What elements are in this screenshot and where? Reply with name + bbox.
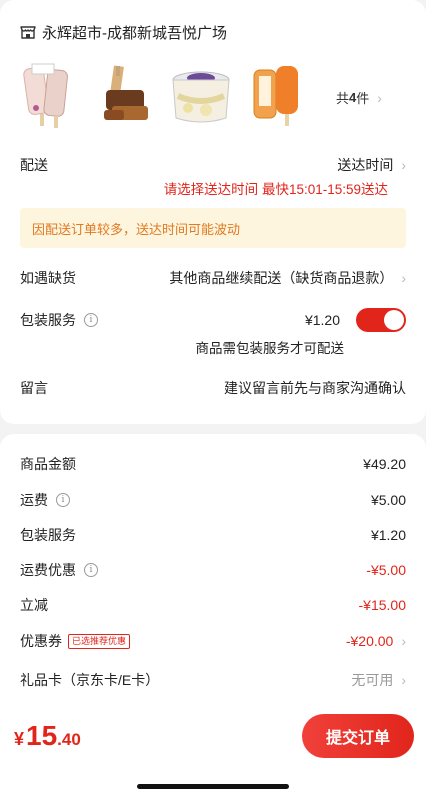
summary-label: 包装服务: [20, 527, 76, 543]
summary-value: 无可用: [351, 672, 394, 688]
packaging-row: 包装服务 i ¥1.20: [20, 308, 406, 332]
out-of-stock-label: 如遇缺货: [20, 270, 76, 286]
summary-value: -¥5.00: [366, 562, 406, 578]
total-integer: 15: [26, 720, 58, 751]
summary-label: 运费: [20, 492, 48, 508]
summary-row-shipping: 运费 i ¥5.00: [20, 490, 406, 510]
ice-cream-cup-image: [172, 71, 230, 123]
delivery-notice: 因配送订单较多，送达时间可能波动: [20, 208, 406, 248]
store-icon: [20, 26, 36, 39]
summary-label: 立减: [20, 597, 48, 613]
packaging-note: 商品需包装服务才可配送: [195, 341, 345, 356]
order-details-card: 永辉超市-成都新城吾悦广场 共 4 件 › 配送 送达时间 › 请选择送达时间 …: [0, 0, 426, 424]
message-label: 留言: [20, 380, 48, 396]
summary-value: -¥20.00: [345, 633, 394, 649]
summary-label: 商品金额: [20, 456, 76, 472]
summary-row-instant-discount: 立减 -¥15.00: [20, 595, 406, 615]
toggle-knob: [384, 310, 404, 330]
out-of-stock-value: 其他商品继续配送（缺货商品退款）: [169, 270, 394, 286]
summary-row-goods: 商品金额 ¥49.20: [20, 454, 406, 474]
summary-row-coupon[interactable]: 优惠券 已选推荐优惠 -¥20.00 ›: [20, 631, 406, 651]
summary-row-gift-card[interactable]: 礼品卡（京东卡/E卡） 无可用 ›: [20, 670, 406, 690]
chevron-right-icon: ›: [401, 270, 406, 286]
message-row[interactable]: 留言 建议留言前先与商家沟通确认: [20, 378, 406, 398]
info-icon[interactable]: i: [84, 563, 98, 577]
total-price: ¥ 15 .40: [14, 720, 81, 752]
chocolate-bar-image: [104, 65, 148, 120]
chevron-right-icon: ›: [401, 157, 406, 173]
message-input[interactable]: 建议留言前先与商家沟通确认: [224, 378, 406, 398]
summary-row-shipping-discount: 运费优惠 i -¥5.00: [20, 560, 406, 580]
product-thumb-2[interactable]: [90, 60, 160, 132]
summary-label: 礼品卡（京东卡/E卡）: [20, 672, 160, 688]
orange-popsicle-image: [253, 66, 298, 126]
coupon-badge: 已选推荐优惠: [68, 633, 131, 649]
total-decimal: .40: [57, 730, 81, 749]
product-thumb-4[interactable]: [242, 60, 312, 132]
delivery-time-value: 送达时间: [337, 157, 394, 173]
summary-row-packaging: 包装服务 ¥1.20: [20, 525, 406, 545]
summary-value: ¥49.20: [363, 456, 406, 472]
chevron-right-icon: ›: [401, 672, 406, 688]
store-name: 永辉超市-成都新城吾悦广场: [42, 24, 227, 42]
price-summary-card: 商品金额 ¥49.20 运费 i ¥5.00 包装服务 ¥1.20 运费优惠 i…: [0, 434, 426, 704]
summary-value: ¥1.20: [370, 527, 406, 543]
checkout-footer: ¥ 15 .40 提交订单: [0, 704, 426, 800]
delivery-time-hint: 请选择送达时间 最快15:01-15:59送达: [163, 182, 388, 197]
packaging-price: ¥1.20: [304, 312, 340, 328]
out-of-stock-row[interactable]: 如遇缺货 其他商品继续配送（缺货商品退款） ›: [20, 268, 406, 288]
bar-ice-cream-image: [23, 63, 68, 128]
summary-value: -¥15.00: [358, 597, 406, 613]
info-icon[interactable]: i: [56, 493, 70, 507]
currency-symbol: ¥: [14, 729, 25, 749]
count-suffix: 件: [356, 91, 370, 106]
chevron-right-icon: ›: [377, 89, 382, 106]
packaging-toggle[interactable]: [356, 308, 406, 332]
home-indicator[interactable]: [137, 784, 289, 789]
summary-value: ¥5.00: [370, 492, 406, 508]
store-header[interactable]: 永辉超市-成都新城吾悦广场: [20, 20, 227, 44]
product-count[interactable]: 共 4 件 ›: [336, 88, 382, 107]
product-thumbnails[interactable]: [14, 60, 318, 136]
delivery-label: 配送: [20, 157, 48, 173]
count-number: 4: [349, 90, 357, 105]
packaging-label: 包装服务: [20, 312, 76, 328]
product-thumb-3[interactable]: [166, 60, 236, 132]
summary-label: 运费优惠: [20, 562, 76, 578]
chevron-right-icon: ›: [401, 633, 406, 649]
info-icon[interactable]: i: [84, 313, 98, 327]
product-thumb-1[interactable]: [14, 60, 84, 132]
delivery-row[interactable]: 配送 送达时间 ›: [20, 155, 406, 175]
count-prefix: 共: [336, 91, 350, 106]
summary-label: 优惠券: [20, 633, 62, 649]
submit-order-button[interactable]: 提交订单: [302, 714, 414, 758]
